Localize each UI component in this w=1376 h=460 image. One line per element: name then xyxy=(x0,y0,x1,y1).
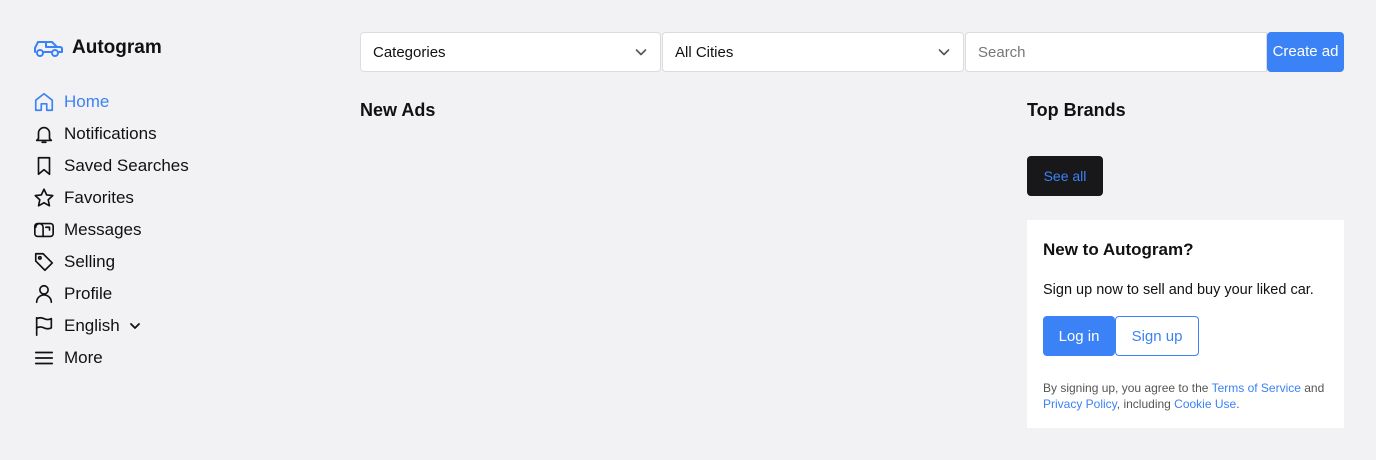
city-select-value: All Cities xyxy=(675,43,734,61)
chevron-down-icon xyxy=(635,49,647,56)
legal-end: . xyxy=(1236,397,1240,411)
city-select[interactable]: All Cities xyxy=(662,32,964,72)
menu-icon xyxy=(32,346,56,370)
signup-card: New to Autogram? Sign up now to sell and… xyxy=(1027,220,1344,428)
sidebar-item-more[interactable]: More xyxy=(32,342,189,374)
legal-and: and xyxy=(1300,381,1325,395)
legal-prefix: By signing up, you agree to the xyxy=(1043,381,1212,395)
sidebar-item-language[interactable]: English xyxy=(32,310,189,342)
sidebar-item-notifications[interactable]: Notifications xyxy=(32,118,189,150)
sidebar-item-saved-searches[interactable]: Saved Searches xyxy=(32,150,189,182)
sidebar-item-label: Notifications xyxy=(64,124,157,143)
signup-button[interactable]: Sign up xyxy=(1115,316,1199,356)
login-button[interactable]: Log in xyxy=(1043,316,1115,356)
sidebar-item-profile[interactable]: Profile xyxy=(32,278,189,310)
sidebar-item-label: Favorites xyxy=(64,188,134,207)
terms-link[interactable]: Terms of Service xyxy=(1212,381,1301,395)
sidebar-item-label: English xyxy=(64,316,120,335)
top-brands-heading: Top Brands xyxy=(1027,100,1126,120)
privacy-link[interactable]: Privacy Policy xyxy=(1043,397,1117,411)
categories-select[interactable]: Categories xyxy=(360,32,661,72)
legal-notice: By signing up, you agree to the Terms of… xyxy=(1043,380,1333,412)
sidebar-item-label: Selling xyxy=(64,252,116,271)
chevron-down-icon xyxy=(938,49,950,56)
see-all-button[interactable]: See all xyxy=(1027,156,1103,196)
bookmark-icon xyxy=(32,154,56,178)
tag-icon xyxy=(32,250,56,274)
star-icon xyxy=(32,186,56,210)
sidebar-item-label: Saved Searches xyxy=(64,156,189,175)
sidebar-item-selling[interactable]: Selling xyxy=(32,246,189,278)
categories-select-value: Categories xyxy=(373,43,446,61)
signup-card-title: New to Autogram? xyxy=(1043,240,1194,259)
create-ad-button[interactable]: Create ad xyxy=(1267,32,1344,72)
sidebar-nav: Home Notifications Saved Searches Favori… xyxy=(32,86,189,374)
bell-icon xyxy=(32,122,56,146)
search-input[interactable] xyxy=(965,32,1267,72)
user-icon xyxy=(32,282,56,306)
sidebar-item-label: Messages xyxy=(64,220,142,239)
car-icon xyxy=(32,34,64,62)
sidebar-item-home[interactable]: Home xyxy=(32,86,189,118)
brand-logo[interactable]: Autogram xyxy=(32,34,162,62)
sidebar-item-label: More xyxy=(64,348,103,367)
chevron-down-icon xyxy=(129,323,140,329)
sidebar-item-label: Home xyxy=(64,92,110,111)
sidebar-item-messages[interactable]: Messages xyxy=(32,214,189,246)
home-icon xyxy=(32,90,56,114)
app-root: Autogram Home Notifications Saved Search… xyxy=(0,0,1376,460)
new-ads-heading: New Ads xyxy=(360,100,436,120)
signup-card-text: Sign up now to sell and buy your liked c… xyxy=(1043,282,1314,298)
mailbox-icon xyxy=(32,218,56,242)
sidebar-item-favorites[interactable]: Favorites xyxy=(32,182,189,214)
brand-name: Autogram xyxy=(72,37,162,58)
legal-including: , including xyxy=(1116,397,1175,411)
cookie-link[interactable]: Cookie Use xyxy=(1174,397,1236,411)
sidebar-item-label: Profile xyxy=(64,284,113,303)
flag-icon xyxy=(32,314,56,338)
